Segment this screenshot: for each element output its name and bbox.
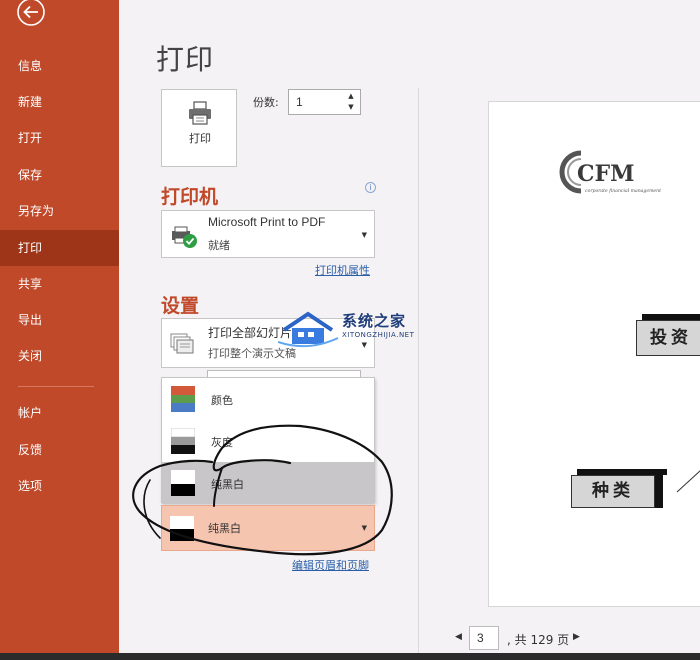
color-mode-list: 颜色 灰度 纯黑白 [161, 377, 375, 504]
next-page-icon[interactable]: ▶ [573, 632, 580, 642]
color-mode-selected: 纯黑白 [208, 522, 241, 535]
nav-options[interactable]: 选项 [0, 468, 119, 504]
printer-status: 就绪 [208, 239, 230, 252]
info-icon[interactable]: i [365, 182, 376, 193]
print-button[interactable]: 打印 [161, 89, 237, 167]
page-title: 打印 [156, 43, 215, 76]
copies-down-icon[interactable]: ▼ [345, 102, 357, 113]
printer-section-title: 打印机 [161, 186, 219, 208]
back-button[interactable] [13, 0, 49, 28]
chevron-down-icon: ▼ [361, 524, 367, 532]
color-option-black-white[interactable]: 纯黑白 [162, 462, 374, 504]
pdf-printer-icon [172, 226, 197, 248]
edit-header-footer-link[interactable]: 编辑页眉和页脚 [292, 557, 369, 573]
nav-open[interactable]: 打开 [0, 120, 119, 156]
nav-feedback[interactable]: 反馈 [0, 432, 119, 468]
slides-stack-icon [170, 333, 194, 354]
color-option-color[interactable]: 颜色 [162, 378, 374, 420]
taskbar-strip [0, 653, 700, 660]
slide-box-invest: 投资 [636, 314, 700, 360]
cfm-logo: CFM corporate financial management [559, 150, 661, 194]
black-white-swatch-icon [170, 516, 194, 541]
color-option-label: 颜色 [211, 394, 233, 407]
chevron-down-icon: ▼ [361, 231, 367, 239]
nav-share[interactable]: 共享 [0, 266, 119, 302]
copies-label: 份数: [253, 96, 279, 109]
black-white-swatch-icon [171, 470, 195, 496]
back-arrow-icon [17, 0, 45, 26]
backstage-sidebar: 信息 新建 打开 保存 另存为 打印 共享 导出 关闭 帐户 反馈 选项 [0, 0, 119, 660]
logo-subtitle: corporate financial management [585, 188, 661, 194]
color-option-label: 灰度 [211, 436, 233, 449]
watermark-url: XITONGZHIJIA.NET [342, 331, 415, 339]
slide-box-type: 种类 [571, 469, 667, 515]
nav-save-as[interactable]: 另存为 [0, 193, 119, 229]
print-button-label: 打印 [189, 132, 211, 145]
prev-page-icon[interactable]: ◀ [455, 632, 462, 642]
page-total: , 共 129 页 [507, 633, 570, 647]
printer-dropdown[interactable]: Microsoft Print to PDF 就绪 ▼ [161, 210, 375, 258]
nav-new[interactable]: 新建 [0, 84, 119, 120]
nav-account[interactable]: 帐户 [0, 395, 119, 431]
copies-stepper: ▲ ▼ [288, 89, 361, 115]
nav-save[interactable]: 保存 [0, 157, 119, 193]
site-watermark: 系统之家 XITONGZHIJIA.NET [276, 306, 422, 348]
settings-section-title: 设置 [161, 295, 200, 317]
copies-up-icon[interactable]: ▲ [345, 91, 357, 102]
logo-text: CFM [577, 161, 634, 187]
nav-separator [18, 386, 94, 387]
color-mode-dropdown[interactable]: 纯黑白 ▼ [161, 505, 375, 551]
slide-preview: CFM corporate financial management 投资 种类 [488, 101, 700, 607]
connector-line [676, 470, 700, 493]
copies-input[interactable] [289, 90, 345, 114]
watermark-title: 系统之家 [342, 312, 407, 330]
printer-name: Microsoft Print to PDF [208, 215, 326, 229]
printer-properties-link[interactable]: 打印机属性 [315, 262, 370, 278]
color-swatch-icon [171, 386, 195, 412]
nav-export[interactable]: 导出 [0, 302, 119, 338]
nav-print[interactable]: 打印 [0, 230, 119, 266]
printer-icon [189, 101, 211, 125]
nav-info[interactable]: 信息 [0, 48, 119, 84]
color-option-grayscale[interactable]: 灰度 [162, 420, 374, 462]
color-option-label: 纯黑白 [211, 478, 244, 491]
grayscale-swatch-icon [171, 428, 195, 454]
page-number-input[interactable] [469, 626, 499, 650]
nav-close[interactable]: 关闭 [0, 338, 119, 374]
house-logo-icon [278, 311, 339, 348]
